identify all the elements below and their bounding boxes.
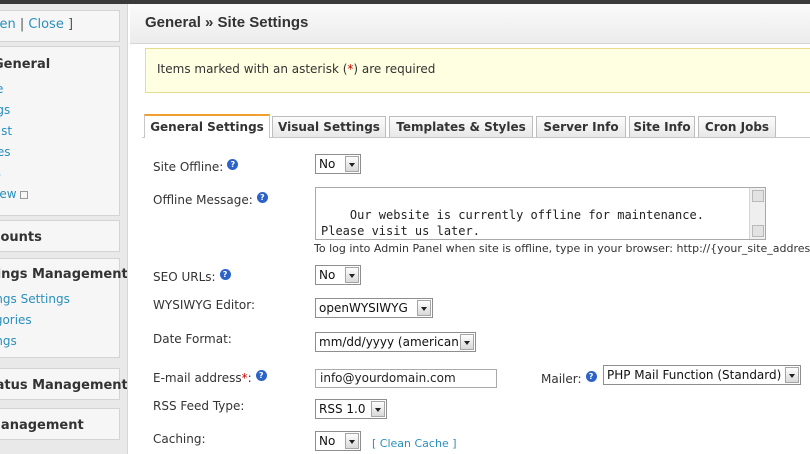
site-offline-value: No [319, 157, 336, 171]
clean-cache-link[interactable]: [ Clean Cache ] [372, 437, 457, 450]
mailer-select[interactable]: PHP Mail Function (Standard) [603, 365, 801, 385]
toggle-separator: | [19, 17, 25, 32]
scroll-down-icon[interactable] [752, 225, 764, 237]
sidebar-item-listings[interactable]: Listings [0, 331, 119, 352]
external-link-icon [19, 191, 28, 199]
notice-text-after: ) are required [353, 62, 436, 76]
tab-visual-settings[interactable]: Visual Settings [272, 116, 386, 137]
sidebar-item-listings-settings[interactable]: Listings Settings [0, 289, 119, 310]
sidebar-item-settings[interactable]: Settings [0, 100, 119, 121]
mailer-value: PHP Mail Function (Standard) [607, 368, 782, 382]
tab-general-settings[interactable]: General Settings [144, 114, 270, 138]
wysiwyg-value: openWYSIWYG [319, 301, 408, 315]
settings-tabs: General Settings Visual Settings Templat… [142, 114, 810, 138]
chevron-down-icon [785, 367, 799, 383]
chevron-down-icon [371, 401, 385, 417]
caching-value: No [319, 434, 336, 448]
site-offline-text: Site Offline: [153, 160, 224, 174]
site-preview-label: Site Preview [0, 187, 17, 201]
sidebar-toggle-panel: Open | Close ] [0, 10, 120, 42]
chevron-down-icon [345, 267, 359, 283]
date-format-value: mm/dd/yyyy (american) [319, 335, 464, 349]
rss-label: RSS Feed Type: [153, 399, 245, 413]
sidebar-item-categories[interactable]: Categories [0, 310, 119, 331]
site-offline-select[interactable]: No [315, 154, 361, 174]
offline-hint: To log into Admin Panel when site is off… [314, 242, 810, 255]
chevron-down-icon [460, 334, 474, 350]
seo-urls-select[interactable]: No [315, 265, 361, 285]
tab-cron-jobs[interactable]: Cron Jobs [698, 116, 776, 137]
chevron-down-icon [345, 156, 359, 172]
seo-urls-label: SEO URLs:? [153, 269, 231, 284]
sidebar-item-admin-list[interactable]: Admin List [0, 121, 119, 142]
help-icon[interactable]: ? [585, 371, 597, 382]
date-format-select[interactable]: mm/dd/yyyy (american) [315, 332, 476, 352]
close-all-link[interactable]: Close [28, 17, 63, 32]
sidebar-item-site-preview[interactable]: Site Preview [0, 184, 119, 205]
sidebar-panel-management: Management [0, 408, 120, 440]
open-all-link[interactable]: Open [0, 17, 16, 32]
wysiwyg-label: WYSIWYG Editor: [153, 298, 256, 312]
caching-label: Caching: [153, 432, 206, 446]
notice-text-before: Items marked with an asterisk ( [157, 62, 348, 76]
mailer-text: Mailer: [541, 372, 582, 386]
sidebar-panel-status: Status Management [0, 368, 127, 400]
offline-message-textarea[interactable]: Our website is currently offline for mai… [315, 187, 766, 240]
tab-site-info[interactable]: Site Info [629, 116, 695, 137]
email-field[interactable]: info@yourdomain.com [315, 369, 497, 388]
caching-select[interactable]: No [315, 431, 361, 451]
sidebar: Open | Close ] General Home Settings Adm… [0, 4, 128, 454]
offline-message-label: Offline Message:? [153, 192, 268, 207]
mailer-label: Mailer:? [541, 371, 597, 386]
page-title: General » Site Settings [145, 14, 309, 31]
sidebar-head-status[interactable]: Status Management [0, 369, 127, 393]
sidebar-head-accounts[interactable]: Accounts [0, 221, 119, 245]
sidebar-panel-general: General Home Settings Admin List Countri… [0, 46, 120, 216]
scroll-up-icon[interactable] [752, 190, 764, 202]
help-icon[interactable]: ? [227, 159, 239, 170]
sidebar-panel-accounts: Accounts [0, 220, 120, 252]
sidebar-head-general[interactable]: General [0, 47, 119, 79]
help-icon[interactable]: ? [256, 192, 268, 203]
chevron-down-icon [345, 433, 359, 449]
seo-urls-text: SEO URLs: [153, 270, 216, 284]
textarea-scrollbar[interactable] [749, 188, 765, 239]
tab-server-info[interactable]: Server Info [536, 116, 626, 137]
toggle-bracket: ] [67, 17, 74, 32]
rss-value: RSS 1.0 [319, 402, 366, 416]
chevron-down-icon [417, 300, 431, 316]
sidebar-panel-listings: Listings Management Listings Settings Ca… [0, 258, 127, 358]
help-icon[interactable]: ? [219, 269, 231, 280]
title-bar: General » Site Settings [130, 4, 810, 44]
seo-urls-value: No [319, 268, 336, 282]
sidebar-head-management[interactable]: Management [0, 409, 119, 433]
site-offline-label: Site Offline:? [153, 159, 239, 174]
rss-select[interactable]: RSS 1.0 [315, 399, 387, 419]
date-format-label: Date Format: [153, 332, 232, 346]
tab-templates-styles[interactable]: Templates & Styles [389, 116, 533, 137]
email-text: E-mail address [153, 371, 242, 385]
sidebar-item-home[interactable]: Home [0, 79, 119, 100]
sidebar-item-countries[interactable]: Countries [0, 142, 119, 163]
offline-message-value: Our website is currently offline for mai… [321, 208, 704, 238]
sidebar-item-statistics[interactable]: Statistics [0, 163, 119, 184]
help-icon[interactable]: ? [255, 370, 267, 381]
main-content: General » Site Settings Items marked wit… [130, 4, 810, 454]
wysiwyg-select[interactable]: openWYSIWYG [315, 298, 433, 318]
email-label: E-mail address*:? [153, 370, 267, 385]
offline-message-text: Offline Message: [153, 193, 253, 207]
sidebar-head-listings[interactable]: Listings Management [0, 259, 127, 289]
required-notice: Items marked with an asterisk (*) are re… [145, 48, 810, 93]
email-colon: : [247, 371, 252, 385]
